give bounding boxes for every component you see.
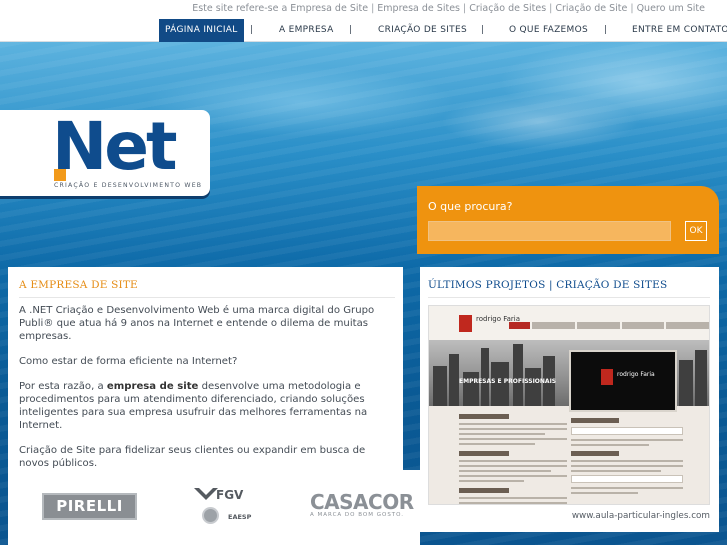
nav-item-criacao-de-sites[interactable]: CRIAÇÃO DE SITES xyxy=(378,19,467,42)
pirelli-logo: PIRELLI xyxy=(42,493,137,520)
top-links: Este site refere-se a Empresa de Site | Em… xyxy=(192,3,705,14)
top-link-empresa-de-sites[interactable]: Empresa de Sites xyxy=(377,3,460,14)
nav-item-pagina-inicial[interactable]: PÁGINA INICIAL xyxy=(159,19,244,42)
thumb-feature-box: rodrigo Faria xyxy=(569,350,677,412)
about-divider xyxy=(19,297,395,298)
about-paragraph-2: Como estar de forma eficiente na Interne… xyxy=(19,355,238,367)
about-paragraph-1: A .NET Criação e Desenvolvimento Web é u… xyxy=(19,305,375,342)
search-ok-button[interactable]: OK xyxy=(685,221,707,241)
project-url[interactable]: www.aula-particular-ingles.com xyxy=(572,511,710,521)
nav-separator: | xyxy=(250,25,254,35)
nav-item-o-que-fazemos[interactable]: O QUE FAZEMOS xyxy=(509,19,588,42)
thumb-body-text xyxy=(459,414,567,504)
fgv-logo: FGV EAESP xyxy=(194,488,256,528)
top-link-quero-um-site[interactable]: Quero um Site xyxy=(637,3,705,14)
project-screenshot[interactable]: rodrigo Faria EMPRESAS E PROFISSIONAIS r… xyxy=(428,305,710,505)
logo-tagline: CRIAÇÃO E DESENVOLVIMENTO WEB xyxy=(54,182,203,189)
fgv-text: FGV xyxy=(216,488,244,502)
projects-divider xyxy=(428,297,710,298)
net-logo[interactable]: Net CRIAÇÃO E DESENVOLVIMENTO WEB xyxy=(0,110,210,196)
nav-item-entre-em-contato[interactable]: ENTRE EM CONTATO xyxy=(632,19,727,42)
top-link-criacao-de-sites[interactable]: Criação de Sites xyxy=(469,3,546,14)
logo-dot xyxy=(54,169,66,181)
thumb-header: rodrigo Faria xyxy=(429,306,709,340)
about-p3-pre: Por esta razão, a xyxy=(19,381,107,393)
casacor-text: CASACOR xyxy=(310,490,414,514)
about-paragraph-3: Por esta razão, a empresa de site desenv… xyxy=(19,381,389,432)
about-body: A .NET Criação e Desenvolvimento Web é u… xyxy=(19,305,389,483)
client-logos: PIRELLI FGV EAESP CASACOR A MARCA DO BOM… xyxy=(8,470,420,545)
casacor-tagline: A MARCA DO BOM GOSTO. xyxy=(310,512,405,518)
fgv-chevron-icon xyxy=(194,488,218,500)
about-p3-keyword: empresa de site xyxy=(106,381,199,393)
top-link-intro[interactable]: Este site refere-se a Empresa de Site xyxy=(192,3,368,14)
nav-separator: | xyxy=(349,25,353,35)
thumb-logo-icon xyxy=(459,315,472,332)
projects-panel: ÚLTIMOS PROJETOS | CRIAÇÃO DE SITES rodr… xyxy=(420,267,719,532)
thumb-feature-logo-icon xyxy=(601,369,613,385)
thumb-nav xyxy=(509,322,709,329)
about-title: A EMPRESA DE SITE xyxy=(19,279,138,291)
fgv-seal-icon xyxy=(202,507,219,524)
search-input[interactable] xyxy=(428,221,671,241)
fgv-subtext: EAESP xyxy=(228,513,252,521)
projects-title: ÚLTIMOS PROJETOS | CRIAÇÃO DE SITES xyxy=(428,279,668,291)
top-link-criacao-de-site[interactable]: Criação de Site xyxy=(555,3,627,14)
nav-item-a-empresa[interactable]: A EMPRESA xyxy=(279,19,334,42)
nav-separator: | xyxy=(481,25,485,35)
casacor-logo: CASACOR A MARCA DO BOM GOSTO. xyxy=(310,490,414,530)
thumb-feature-logo-text: rodrigo Faria xyxy=(617,371,655,378)
thumb-headline: EMPRESAS E PROFISSIONAIS xyxy=(459,378,557,385)
thumb-sidebar xyxy=(571,418,683,502)
search-label: O que procura? xyxy=(428,200,513,213)
main-nav: PÁGINA INICIAL | A EMPRESA | CRIAÇÃO DE … xyxy=(0,19,727,42)
logo-wordmark: Net xyxy=(52,108,178,185)
nav-separator: | xyxy=(604,25,608,35)
about-paragraph-4: Criação de Site para fidelizar seus clie… xyxy=(19,445,366,469)
top-links-bar: Este site refere-se a Empresa de Site | Em… xyxy=(0,0,727,19)
search-box: O que procura? OK xyxy=(417,186,719,254)
